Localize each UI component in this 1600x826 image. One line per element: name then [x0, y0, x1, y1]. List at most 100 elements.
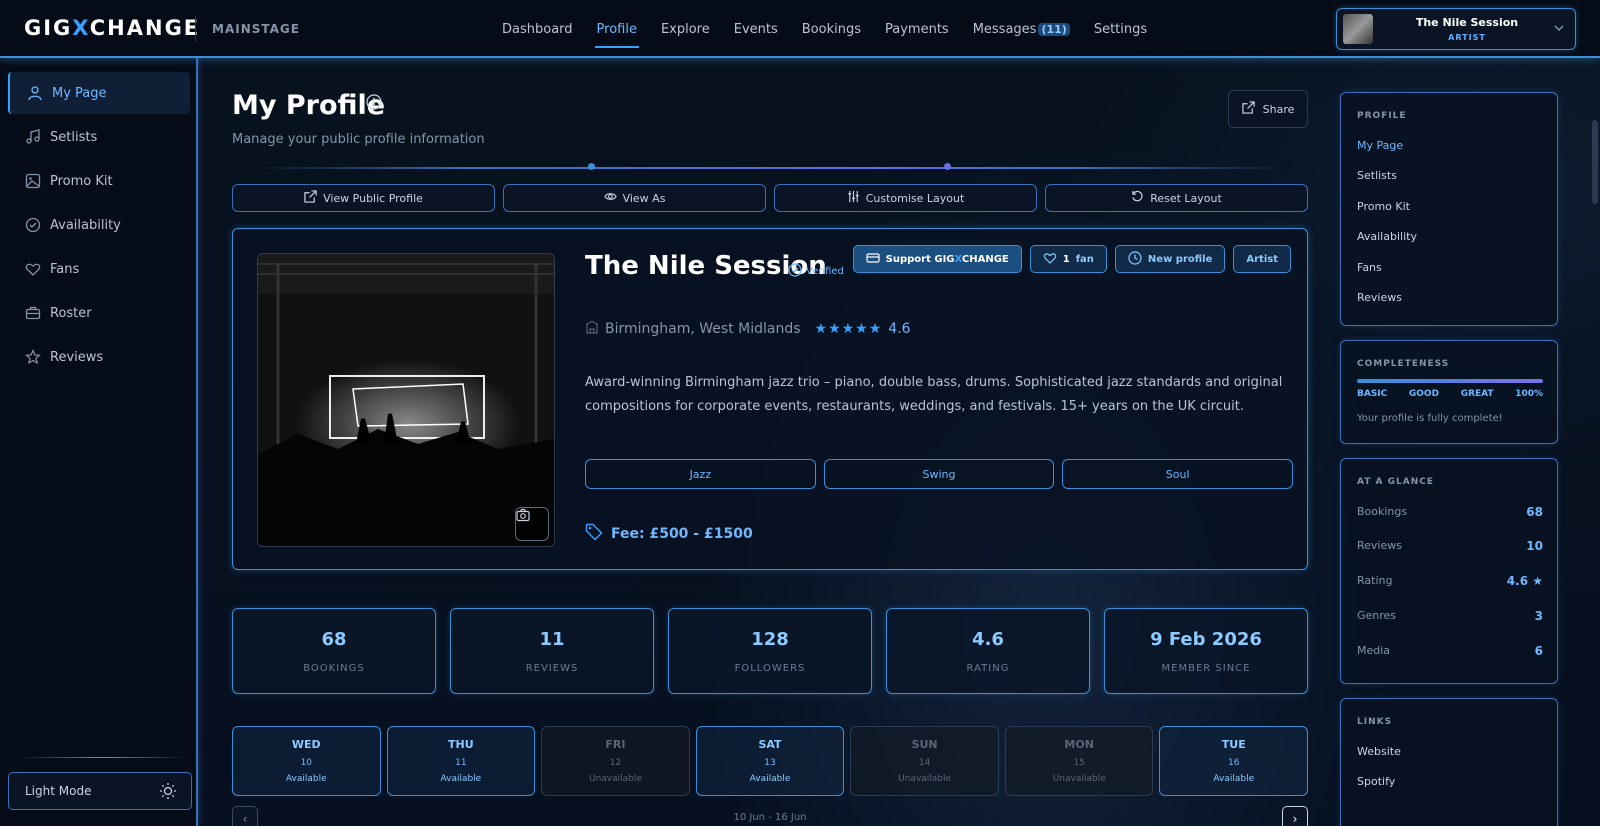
fee-range: Fee: £500 - £1500 [585, 523, 753, 545]
rating-value: 4.6 [888, 321, 911, 337]
nav-explore[interactable]: Explore [649, 0, 722, 58]
sidebar-item-fans[interactable]: Fans [8, 248, 190, 290]
heart-icon [1043, 251, 1057, 268]
sidebar-item-reviews[interactable]: Reviews [8, 336, 190, 378]
reset-layout-button[interactable]: Reset Layout [1045, 184, 1308, 212]
share-button[interactable]: Share [1228, 90, 1308, 128]
profile-link-fans[interactable]: Fans [1357, 261, 1382, 274]
day-name: WED [291, 738, 321, 751]
briefcase-icon [24, 304, 42, 322]
info-icon[interactable] [366, 94, 382, 110]
genre-tag[interactable]: Soul [1062, 459, 1294, 489]
customise-layout-button[interactable]: Customise Layout [774, 184, 1037, 212]
artist-type-label: Artist [1246, 253, 1278, 265]
day-status: Unavailable [1052, 774, 1106, 784]
day-status: Available [440, 774, 482, 784]
stat-value: 4.6 [972, 629, 1004, 650]
stat-value: 68 [321, 629, 347, 650]
nav-payments[interactable]: Payments [873, 0, 961, 58]
sidebar-item-roster[interactable]: Roster [8, 292, 190, 334]
sidebar: My Page Setlists Promo Kit Availability … [0, 58, 198, 826]
link-website[interactable]: Website [1357, 745, 1401, 758]
profile-action-bar: View Public Profile View As Customise La… [232, 184, 1308, 212]
nav-settings[interactable]: Settings [1082, 0, 1159, 58]
day-name: FRI [605, 738, 626, 751]
right-panel: PROFILE My Page Setlists Promo Kit Avail… [1318, 58, 1600, 826]
nav-dashboard[interactable]: Dashboard [490, 0, 585, 58]
availability-week: WED 10 Available THU 11 Available FRI 12 Unava… [232, 726, 1309, 796]
user-account-menu[interactable]: The Nile Session ARTIST [1336, 8, 1576, 50]
genre-tag[interactable]: Jazz [585, 459, 816, 489]
change-photo-button[interactable] [515, 507, 549, 541]
page-scrollbar[interactable] [1592, 120, 1598, 204]
day-name: SAT [758, 738, 782, 751]
support-button[interactable]: Support GIGXCHANGE [852, 245, 1022, 273]
progress-dot [588, 163, 595, 170]
day-card[interactable]: TUE 16 Available [1159, 726, 1309, 796]
card-icon [866, 251, 880, 268]
completeness-levels: BASIC GOOD GREAT 100% [1357, 389, 1543, 399]
day-card[interactable]: MON 15 Unavailable [1004, 726, 1154, 796]
profile-link-my-page[interactable]: My Page [1357, 139, 1403, 152]
profile-progress-line [258, 167, 1288, 169]
nav-events[interactable]: Events [722, 0, 790, 58]
sliders-icon [847, 190, 860, 206]
glance-row: Rating 4.6 ★ [1357, 574, 1543, 588]
profile-stats: 68 BOOKINGS 11 REVIEWS 128 FOLLOWERS 4.6 RAT… [232, 608, 1308, 694]
next-week-button[interactable]: › [1282, 806, 1308, 826]
profile-link-availability[interactable]: Availability [1357, 230, 1417, 243]
light-mode-toggle[interactable]: Light Mode [8, 772, 192, 810]
nav-bookings[interactable]: Bookings [790, 0, 873, 58]
day-date: 16 [1228, 758, 1240, 768]
day-card[interactable]: THU 11 Available [386, 726, 536, 796]
light-mode-label: Light Mode [25, 784, 92, 798]
sidebar-item-label: Setlists [50, 129, 98, 145]
sidebar-item-promo-kit[interactable]: Promo Kit [8, 160, 190, 202]
day-date: 11 [455, 758, 467, 768]
check-badge-icon [788, 263, 802, 280]
fans-label: fan [1075, 253, 1094, 265]
level-label: 100% [1515, 389, 1543, 399]
genre-tag[interactable]: Swing [823, 459, 1055, 489]
sidebar-item-my-page[interactable]: My Page [8, 72, 190, 114]
view-public-profile-button[interactable]: View Public Profile [232, 184, 495, 212]
card-heading: LINKS [1357, 717, 1393, 727]
sidebar-item-availability[interactable]: Availability [8, 204, 190, 246]
profile-link-setlists[interactable]: Setlists [1357, 169, 1397, 182]
day-card[interactable]: SAT 13 Available [695, 726, 845, 796]
nav-messages[interactable]: Messages (11) [961, 0, 1082, 58]
profile-tags: Support GIGXCHANGE 1 fan New profile Art… [852, 245, 1291, 273]
profile-link-promo-kit[interactable]: Promo Kit [1357, 200, 1410, 213]
main-nav: Dashboard Profile Explore Events Booking… [490, 0, 1159, 58]
card-heading: COMPLETENESS [1357, 359, 1450, 369]
nav-profile[interactable]: Profile [585, 0, 649, 58]
verified-label: Verified [806, 266, 844, 277]
day-card[interactable]: FRI 12 Unavailable [541, 726, 690, 796]
day-date: 14 [918, 758, 931, 768]
sun-icon [159, 782, 177, 803]
link-spotify[interactable]: Spotify [1357, 775, 1395, 788]
stat-value: 9 Feb 2026 [1150, 629, 1262, 650]
page-subtitle: Manage your public profile information [232, 132, 485, 147]
profile-photo[interactable] [257, 253, 555, 547]
app-logo[interactable]: GIGXCHANGE [24, 16, 200, 40]
price-tag-icon [585, 523, 603, 545]
day-card[interactable]: WED 10 Available [232, 726, 381, 796]
verified-badge: Verified [788, 263, 844, 280]
day-date: 12 [609, 758, 622, 768]
fans-count: 1 [1062, 253, 1070, 265]
fans-count-tag[interactable]: 1 fan [1029, 245, 1107, 273]
new-profile-label: New profile [1147, 253, 1213, 265]
stat-bookings: 68 BOOKINGS [232, 608, 436, 694]
sidebar-item-setlists[interactable]: Setlists [8, 116, 190, 158]
stat-reviews: 11 REVIEWS [450, 608, 654, 694]
profile-link-reviews[interactable]: Reviews [1357, 291, 1402, 304]
fee-text: Fee: £500 - £1500 [611, 526, 753, 542]
messages-count-badge: (11) [1038, 22, 1070, 36]
view-as-button[interactable]: View As [503, 184, 766, 212]
external-link-icon [1241, 101, 1263, 117]
day-status: Available [749, 774, 791, 784]
day-card[interactable]: SUN 14 Unavailable [850, 726, 999, 796]
new-profile-tag: New profile [1114, 245, 1226, 273]
reset-icon [1131, 190, 1144, 206]
